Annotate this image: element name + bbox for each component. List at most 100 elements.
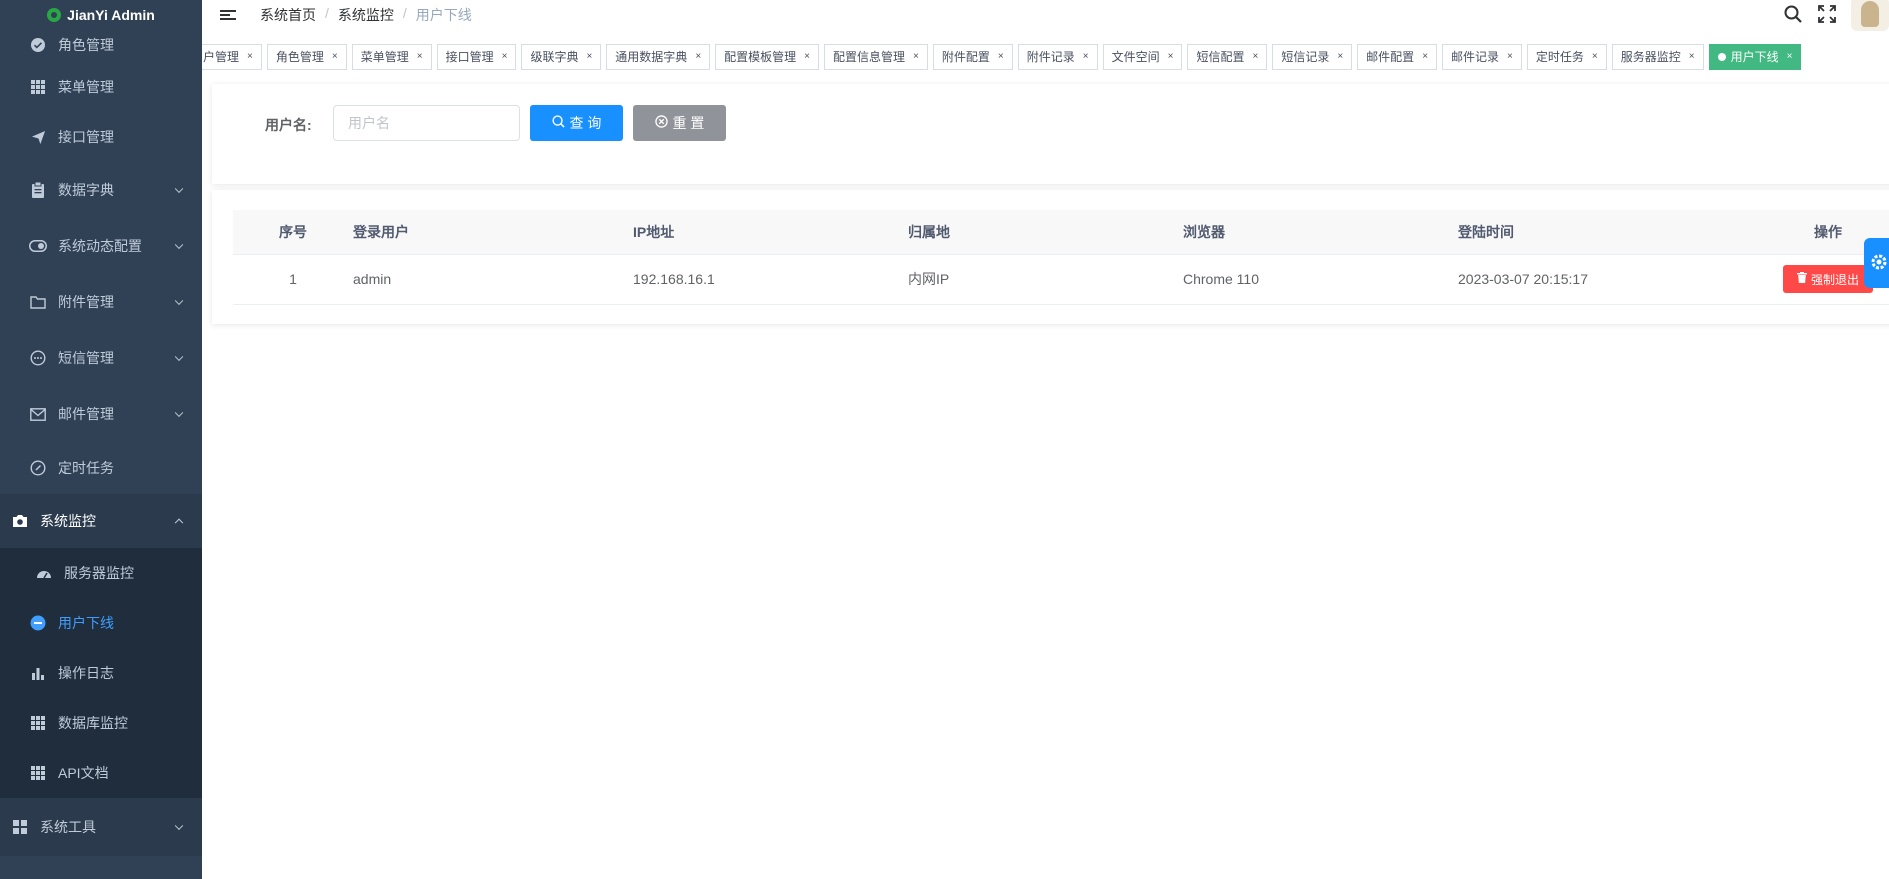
close-icon[interactable]: × — [1252, 45, 1258, 69]
close-icon[interactable]: × — [998, 45, 1004, 69]
sidebar-item-dict[interactable]: 数据字典 — [0, 162, 202, 218]
tag-label: 通用数据字典 — [615, 50, 688, 64]
tag-label: 角色管理 — [275, 50, 324, 64]
sidebar-item-role[interactable]: 角色管理 — [0, 28, 202, 62]
tag-label: 接口管理 — [445, 50, 494, 64]
tag[interactable]: 短信记录 × — [1272, 44, 1353, 70]
navbar: 系统首页 / 系统监控 / 用户下线 — [202, 0, 1889, 31]
navbar-right — [1783, 0, 1889, 31]
close-icon[interactable]: × — [247, 45, 253, 69]
sidebar-item-sms[interactable]: 短信管理 — [0, 330, 202, 386]
sidebar-group-tools[interactable]: 系统工具 — [0, 798, 202, 856]
sidebar-item-dynamic-config[interactable]: 系统动态配置 — [0, 218, 202, 274]
logo[interactable]: JianYi Admin — [0, 0, 202, 30]
close-icon[interactable]: × — [1422, 45, 1428, 69]
close-icon[interactable]: × — [804, 45, 810, 69]
sidebar-item-api-doc[interactable]: API文档 — [0, 748, 202, 798]
close-icon[interactable]: × — [1689, 45, 1695, 69]
chevron-up-icon — [174, 518, 184, 528]
close-icon[interactable]: × — [1083, 45, 1089, 69]
sidebar-item-user-offline[interactable]: 用户下线 — [0, 598, 202, 648]
sidebar-item-label: 数据库监控 — [58, 715, 128, 731]
sidebar: JianYi Admin 角色管理 菜单管理 接口管理 数据字典 系统动态配置 — [0, 0, 202, 879]
query-button[interactable]: 查 询 — [530, 105, 623, 141]
sidebar-group-label: 系统监控 — [40, 513, 96, 529]
tag[interactable]: 邮件记录 × — [1442, 44, 1522, 70]
breadcrumb-separator: / — [325, 5, 329, 21]
sidebar-item-operation-log[interactable]: 操作日志 — [0, 648, 202, 698]
column-header: 归属地 — [908, 210, 1183, 255]
sidebar-item-menu[interactable]: 菜单管理 — [0, 62, 202, 112]
tag[interactable]: 配置信息管理 × — [824, 44, 928, 70]
fullscreen-icon[interactable] — [1817, 4, 1837, 27]
camera-icon — [10, 514, 30, 528]
close-icon[interactable]: × — [1592, 45, 1598, 69]
tag[interactable]: 级联字典 × — [521, 44, 602, 70]
close-icon[interactable]: × — [332, 45, 338, 69]
apps-icon — [10, 820, 30, 834]
breadcrumb-item-current: 用户下线 — [415, 7, 472, 23]
tag[interactable]: 服务器监控 × — [1611, 44, 1704, 70]
sidebar-item-label: 服务器监控 — [64, 565, 134, 581]
tag-label: 户管理 — [203, 50, 240, 64]
username-input[interactable] — [333, 105, 520, 141]
tag[interactable]: 通用数据字典 × — [606, 44, 711, 70]
close-icon[interactable]: × — [1507, 45, 1513, 69]
query-button-label: 查 询 — [569, 115, 602, 131]
breadcrumb-item-monitor[interactable]: 系统监控 — [338, 5, 394, 25]
search-icon[interactable] — [1783, 4, 1803, 27]
sidebar-item-api[interactable]: 接口管理 — [0, 112, 202, 162]
sidebar-item-db-monitor[interactable]: 数据库监控 — [0, 698, 202, 748]
close-icon[interactable]: × — [695, 45, 701, 69]
breadcrumb: 系统首页 / 系统监控 / 用户下线 — [260, 5, 472, 25]
sidebar-item-label: API文档 — [58, 765, 109, 781]
logo-icon — [47, 8, 62, 22]
sidebar-item-server-monitor[interactable]: 服务器监控 — [0, 548, 202, 598]
tag[interactable]: 附件记录 × — [1017, 44, 1098, 70]
toggle-icon — [28, 240, 48, 252]
tag[interactable]: 接口管理 × — [436, 44, 517, 70]
close-icon[interactable]: × — [502, 45, 508, 69]
cell-user: admin — [353, 254, 633, 305]
sidebar-item-attachment[interactable]: 附件管理 — [0, 274, 202, 330]
minus-circle-icon — [28, 615, 48, 631]
online-users-table: 序号 登录用户 IP地址 归属地 浏览器 登陆时间 操作 1 admin 192… — [233, 210, 1889, 305]
folder-icon — [28, 295, 48, 309]
tag-label: 用户下线 — [1730, 50, 1779, 64]
breadcrumb-separator: / — [402, 5, 407, 21]
close-icon[interactable]: × — [1337, 45, 1343, 69]
sidebar-item-label: 定时任务 — [58, 460, 114, 476]
close-icon[interactable]: × — [417, 45, 423, 69]
cell-location: 内网IP — [908, 254, 1183, 305]
tag[interactable]: 户管理 × — [202, 44, 262, 70]
tag-label: 文件空间 — [1111, 50, 1160, 64]
sidebar-group-monitor[interactable]: 系统监控 — [0, 494, 202, 548]
tag[interactable]: 配置模板管理 × — [715, 44, 820, 70]
chevron-down-icon — [174, 821, 184, 831]
breadcrumb-item-home[interactable]: 系统首页 — [260, 5, 316, 25]
tag[interactable]: 短信配置 × — [1187, 44, 1268, 70]
sidebar-item-scheduled-task[interactable]: 定时任务 — [0, 442, 202, 494]
close-icon[interactable]: × — [913, 45, 919, 69]
tag[interactable]: 附件配置 × — [932, 44, 1013, 70]
settings-float-button[interactable] — [1864, 238, 1889, 288]
close-icon[interactable]: × — [586, 45, 592, 69]
tag[interactable]: 文件空间 × — [1102, 44, 1183, 70]
force-logout-button[interactable]: 强制退出 — [1782, 265, 1873, 293]
avatar[interactable] — [1851, 0, 1889, 31]
cell-time: 2023-03-07 20:15:17 — [1458, 254, 1733, 305]
column-header: 序号 — [233, 210, 353, 255]
tag[interactable]: 角色管理 × — [266, 44, 347, 70]
tag[interactable]: 定时任务 × — [1526, 44, 1607, 70]
reset-button-label: 重 置 — [672, 115, 705, 131]
close-icon[interactable]: × — [1787, 45, 1793, 69]
reset-button[interactable]: 重 置 — [633, 105, 726, 141]
tag-label: 服务器监控 — [1620, 50, 1681, 64]
close-icon[interactable]: × — [1168, 45, 1174, 69]
tag-label: 短信记录 — [1281, 50, 1330, 64]
hamburger-icon[interactable] — [220, 8, 236, 22]
sidebar-item-mail[interactable]: 邮件管理 — [0, 386, 202, 442]
tag[interactable]: 菜单管理 × — [351, 44, 432, 70]
tag[interactable]: 邮件配置 × — [1357, 44, 1438, 70]
tag-active[interactable]: 用户下线 × — [1708, 44, 1802, 70]
